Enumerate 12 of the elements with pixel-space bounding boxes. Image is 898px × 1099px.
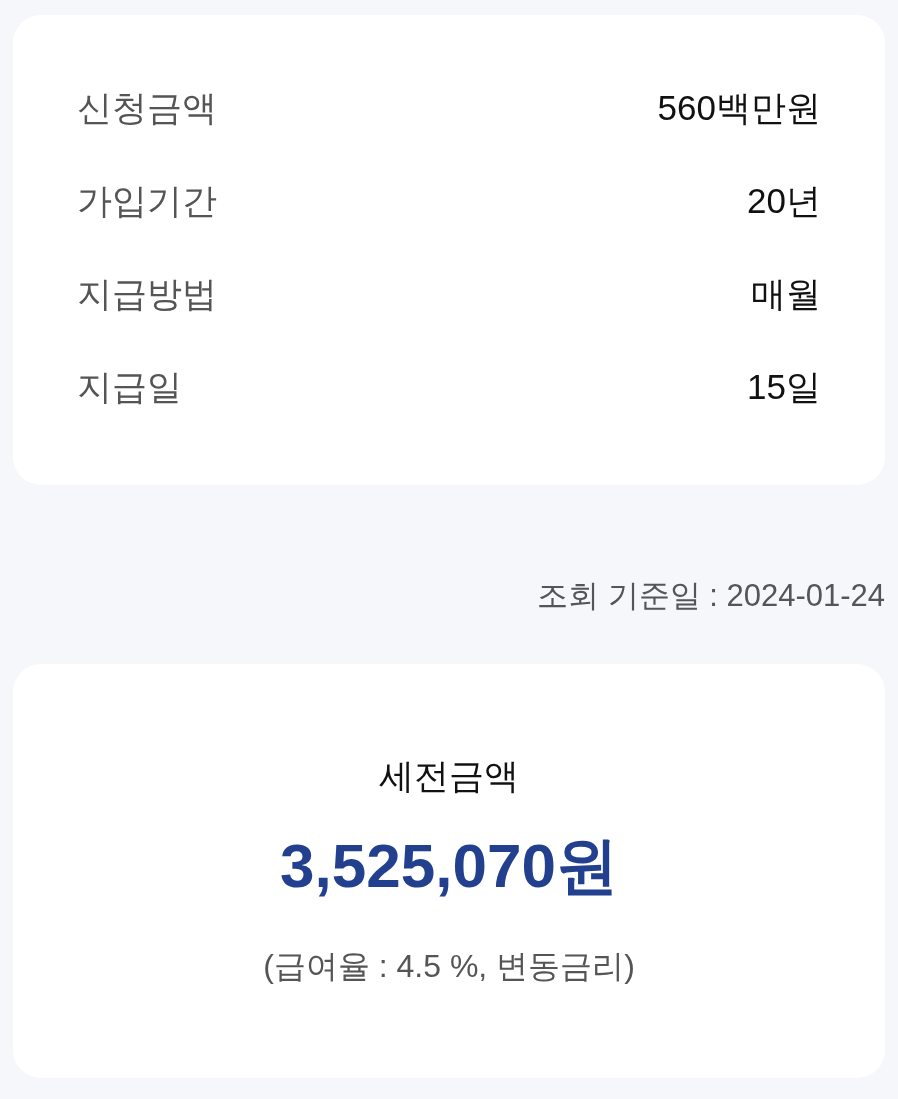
inquiry-date: 조회 기준일 : 2024-01-24 <box>536 577 885 615</box>
detail-label: 지급방법 <box>77 272 217 315</box>
detail-label: 신청금액 <box>77 86 217 129</box>
summary-title: 세전금액 <box>379 755 519 797</box>
detail-value: 20년 <box>747 179 821 222</box>
detail-value: 560백만원 <box>657 86 821 129</box>
rate-note: (급여율 : 4.5 %, 변동금리) <box>263 947 635 986</box>
detail-value: 15일 <box>747 365 821 408</box>
detail-value: 매월 <box>751 272 821 315</box>
detail-label: 가입기간 <box>77 179 217 222</box>
pre-tax-amount: 3,525,070원 <box>280 831 618 901</box>
detail-label: 지급일 <box>77 365 182 408</box>
